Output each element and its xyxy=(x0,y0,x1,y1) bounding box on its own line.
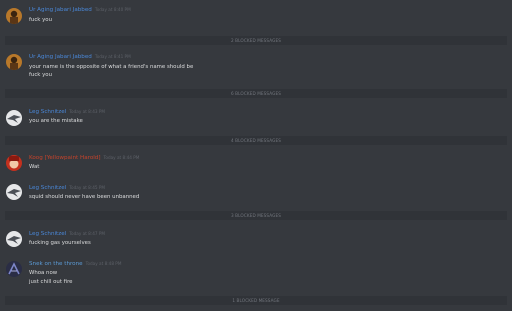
message-text: fuck you xyxy=(29,72,53,78)
blocked-messages-label: 4 BLOCKED MESSAGES xyxy=(230,137,281,143)
bird-avatar-icon[interactable] xyxy=(6,231,22,247)
message-text: fucking gas yourselves xyxy=(29,240,91,246)
message-text: Wat xyxy=(29,164,40,170)
message-header: Snek on the throne Today at 8:48 PM xyxy=(29,261,121,267)
message-header: Ur Aging Jabari Jabbed Today at 8:40 PM xyxy=(29,7,131,13)
blocked-messages-bar[interactable]: 6 BLOCKED MESSAGES xyxy=(0,89,512,98)
blocked-messages-bar[interactable]: 1 BLOCKED MESSAGE xyxy=(0,296,512,305)
timestamp: Today at 8:40 PM xyxy=(94,7,131,12)
snake-avatar-icon[interactable] xyxy=(6,261,22,277)
message-header: Koog [Yellowpaint Harold] Today at 8:44 P… xyxy=(29,155,139,161)
blocked-messages-label: 1 BLOCKED MESSAGE xyxy=(232,297,280,303)
username[interactable]: Leg Schnitzel xyxy=(29,185,66,191)
username[interactable]: Koog [Yellowpaint Harold] xyxy=(29,155,101,161)
timestamp: Today at 8:44 PM xyxy=(103,155,140,160)
username[interactable]: Snek on the throne xyxy=(29,261,83,267)
username[interactable]: Leg Schnitzel xyxy=(29,109,66,115)
blocked-messages-bar[interactable]: 4 BLOCKED MESSAGES xyxy=(0,136,512,145)
message-header: Ur Aging Jabari Jabbed Today at 8:41 PM xyxy=(29,54,131,60)
timestamp: Today at 8:43 PM xyxy=(69,109,106,114)
red-avatar-icon[interactable] xyxy=(6,155,22,171)
timestamp: Today at 8:48 PM xyxy=(85,261,122,266)
username[interactable]: Ur Aging Jabari Jabbed xyxy=(29,54,92,60)
blocked-messages-bar[interactable]: 3 BLOCKED MESSAGES xyxy=(0,211,512,220)
message-header: Leg Schnitzel Today at 8:43 PM xyxy=(29,109,105,115)
timestamp: Today at 8:41 PM xyxy=(94,54,131,59)
message-text: Whoa now xyxy=(29,270,58,276)
bird-avatar-icon[interactable] xyxy=(6,110,22,126)
username[interactable]: Ur Aging Jabari Jabbed xyxy=(29,7,92,13)
orange-avatar-icon[interactable] xyxy=(6,54,22,70)
message-text: your name is the opposite of what a frie… xyxy=(29,64,194,70)
blocked-messages-label: 3 BLOCKED MESSAGES xyxy=(230,212,281,218)
timestamp: Today at 8:45 PM xyxy=(69,185,106,190)
message-text: you are the mistake xyxy=(29,118,83,124)
message-text: fuck you xyxy=(29,17,53,23)
message-header: Leg Schnitzel Today at 8:47 PM xyxy=(29,231,105,237)
username[interactable]: Leg Schnitzel xyxy=(29,231,66,237)
message-text: just chill out fire xyxy=(29,279,73,285)
timestamp: Today at 8:47 PM xyxy=(69,231,106,236)
message-text: squid should never have been unbanned xyxy=(29,194,140,200)
orange-avatar-icon[interactable] xyxy=(6,8,22,24)
bird-avatar-icon[interactable] xyxy=(6,184,22,200)
message-header: Leg Schnitzel Today at 8:45 PM xyxy=(29,185,105,191)
blocked-messages-bar[interactable]: 2 BLOCKED MESSAGES xyxy=(0,36,512,45)
blocked-messages-label: 6 BLOCKED MESSAGES xyxy=(230,90,281,96)
blocked-messages-label: 2 BLOCKED MESSAGES xyxy=(230,37,281,43)
